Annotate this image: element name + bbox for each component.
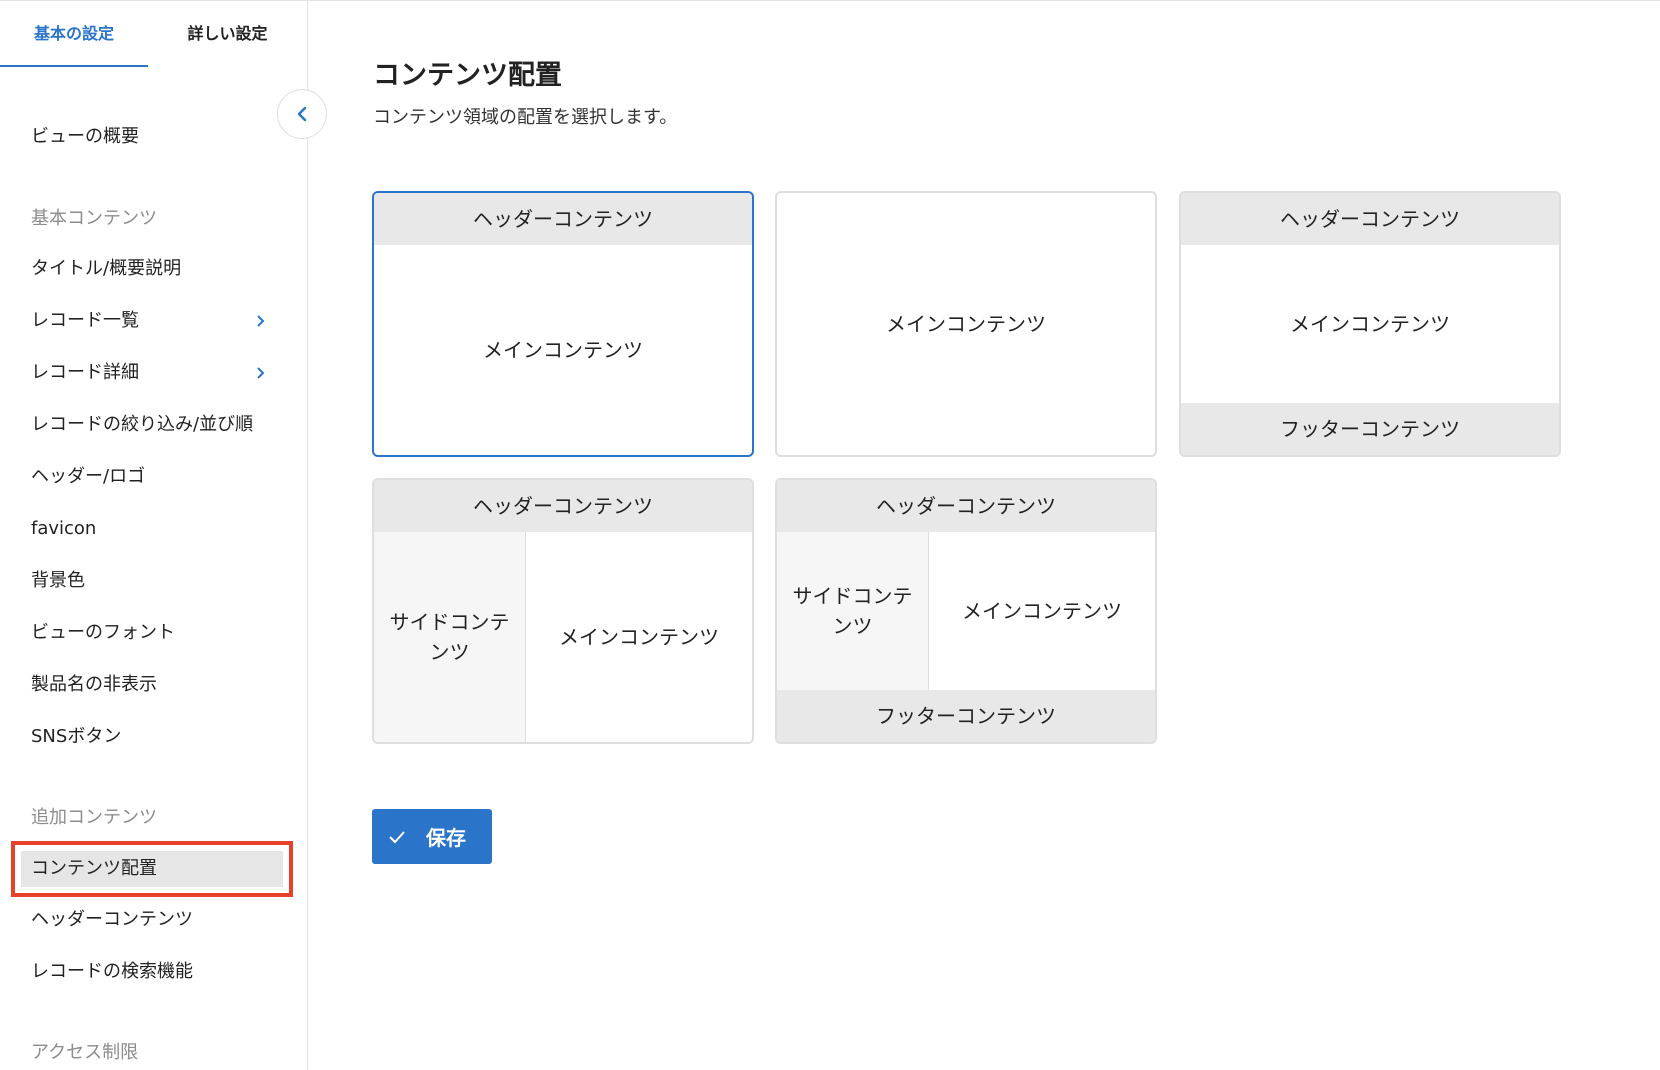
sidebar-item-sns-button[interactable]: SNSボタン: [31, 722, 121, 752]
layout-main-region: メインコンテンツ: [1290, 312, 1450, 336]
layout-side-region: サイドコンテンツ: [777, 532, 929, 690]
sidebar-item-favicon[interactable]: favicon: [31, 514, 96, 544]
layout-header-region: ヘッダーコンテンツ: [374, 193, 752, 245]
layout-main-region: メインコンテンツ: [559, 625, 719, 649]
layout-main-region: メインコンテンツ: [483, 338, 643, 362]
settings-tabs: 基本の設定 詳しい設定: [0, 1, 308, 69]
main-content: コンテンツ配置 コンテンツ領域の配置を選択します。 ヘッダーコンテンツ メインコ…: [309, 1, 1660, 1070]
layout-main-region: メインコンテンツ: [886, 312, 1046, 336]
save-button-label: 保存: [426, 826, 466, 850]
layout-main-region: メインコンテンツ: [962, 599, 1122, 623]
chevron-left-icon: [297, 106, 307, 122]
sidebar-section-additional-content: 追加コンテンツ: [31, 807, 157, 828]
sidebar-section-basic-content: 基本コンテンツ: [31, 208, 157, 229]
tab-advanced-settings[interactable]: 詳しい設定: [160, 1, 295, 67]
sidebar-item-title-description[interactable]: タイトル/概要説明: [31, 254, 181, 284]
tab-basic-settings[interactable]: 基本の設定: [0, 1, 148, 67]
page-title: コンテンツ配置: [373, 60, 562, 91]
layout-header-region: ヘッダーコンテンツ: [777, 480, 1155, 532]
sidebar-item-record-filter-sort[interactable]: レコードの絞り込み/並び順: [31, 410, 253, 440]
sidebar-item-background-color[interactable]: 背景色: [31, 566, 85, 596]
layout-option-main-only[interactable]: メインコンテンツ: [775, 191, 1157, 457]
sidebar-item-header-content[interactable]: ヘッダーコンテンツ: [31, 905, 193, 935]
sidebar-item-content-layout[interactable]: コンテンツ配置: [31, 854, 157, 884]
sidebar-item-record-detail[interactable]: レコード詳細: [31, 358, 139, 388]
sidebar-item-view-overview[interactable]: ビューの概要: [31, 122, 139, 152]
layout-option-header-side-main[interactable]: ヘッダーコンテンツ サイドコンテンツ メインコンテンツ: [372, 478, 754, 744]
layout-option-header-main-footer[interactable]: ヘッダーコンテンツ メインコンテンツ フッターコンテンツ: [1179, 191, 1561, 457]
layout-footer-region: フッターコンテンツ: [1181, 403, 1559, 455]
layout-header-region: ヘッダーコンテンツ: [1181, 193, 1559, 245]
chevron-right-icon: [256, 358, 268, 388]
sidebar-item-record-list[interactable]: レコード一覧: [31, 306, 139, 336]
layout-footer-region: フッターコンテンツ: [777, 690, 1155, 742]
sidebar-item-record-search[interactable]: レコードの検索機能: [31, 957, 193, 987]
sidebar-item-header-logo[interactable]: ヘッダー/ロゴ: [31, 462, 145, 492]
sidebar-section-access-restriction: アクセス制限: [31, 1042, 139, 1063]
layout-option-header-main[interactable]: ヘッダーコンテンツ メインコンテンツ: [372, 191, 754, 457]
app-window: 基本の設定 詳しい設定 ビューの概要 基本コンテンツ タイトル/概要説明 レコー…: [0, 0, 1660, 1070]
settings-sidebar: 基本の設定 詳しい設定 ビューの概要 基本コンテンツ タイトル/概要説明 レコー…: [0, 1, 308, 1070]
layout-option-header-side-main-footer[interactable]: ヘッダーコンテンツ サイドコンテンツ メインコンテンツ フッターコンテンツ: [775, 478, 1157, 744]
page-description: コンテンツ領域の配置を選択します。: [373, 107, 678, 128]
check-icon: [388, 827, 408, 847]
sidebar-item-hide-product-name[interactable]: 製品名の非表示: [31, 670, 157, 700]
layout-header-region: ヘッダーコンテンツ: [374, 480, 752, 532]
layout-side-region: サイドコンテンツ: [374, 532, 526, 742]
collapse-sidebar-button[interactable]: [277, 89, 327, 139]
chevron-right-icon: [256, 306, 268, 336]
sidebar-item-view-font[interactable]: ビューのフォント: [31, 618, 175, 648]
save-button[interactable]: 保存: [372, 809, 492, 864]
